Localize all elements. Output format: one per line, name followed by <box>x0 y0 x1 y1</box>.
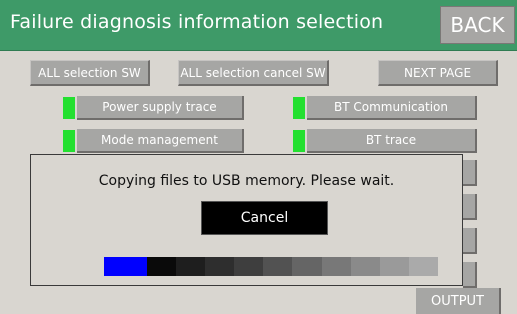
dialog-message: Copying files to USB memory. Please wait… <box>98 173 395 189</box>
progress-segment <box>263 257 293 276</box>
item-label: Mode management <box>77 129 244 153</box>
item-mode-management[interactable]: Mode management <box>63 129 244 153</box>
item-bt-trace[interactable]: BT trace <box>293 129 477 153</box>
header-bar: Failure diagnosis information selection … <box>0 0 517 51</box>
copy-progress-dialog: Copying files to USB memory. Please wait… <box>30 154 463 286</box>
cancel-button[interactable]: Cancel <box>201 201 328 235</box>
progress-segment <box>321 257 351 276</box>
hidden-item-button[interactable] <box>463 160 477 186</box>
item-label: BT trace <box>307 129 477 153</box>
progress-segment <box>408 257 438 276</box>
page-title: Failure diagnosis information selection <box>10 11 384 33</box>
hidden-item-button[interactable] <box>463 194 477 220</box>
item-bt-communication[interactable]: BT Communication <box>293 96 477 120</box>
item-label: BT Communication <box>307 96 477 120</box>
selected-indicator <box>63 97 75 119</box>
hidden-item-button[interactable] <box>463 228 477 254</box>
item-power-supply-trace[interactable]: Power supply trace <box>63 96 244 120</box>
all-selection-button[interactable]: ALL selection SW <box>30 60 150 86</box>
progress-segment <box>176 257 206 276</box>
progress-segment <box>292 257 322 276</box>
progress-segment <box>205 257 235 276</box>
progress-bar <box>104 257 438 276</box>
next-page-button[interactable]: NEXT PAGE <box>378 60 498 86</box>
progress-segment <box>350 257 380 276</box>
selected-indicator <box>293 97 305 119</box>
item-label: Power supply trace <box>77 96 244 120</box>
all-selection-cancel-button[interactable]: ALL selection cancel SW <box>178 60 329 86</box>
back-button[interactable]: BACK <box>440 6 515 44</box>
progress-segment <box>147 257 177 276</box>
selected-indicator <box>63 130 75 152</box>
hidden-item-button[interactable] <box>463 262 477 288</box>
output-button[interactable]: OUTPUT <box>416 288 501 314</box>
progress-fill <box>104 257 147 276</box>
progress-segment <box>379 257 409 276</box>
progress-segment <box>234 257 264 276</box>
selected-indicator <box>293 130 305 152</box>
